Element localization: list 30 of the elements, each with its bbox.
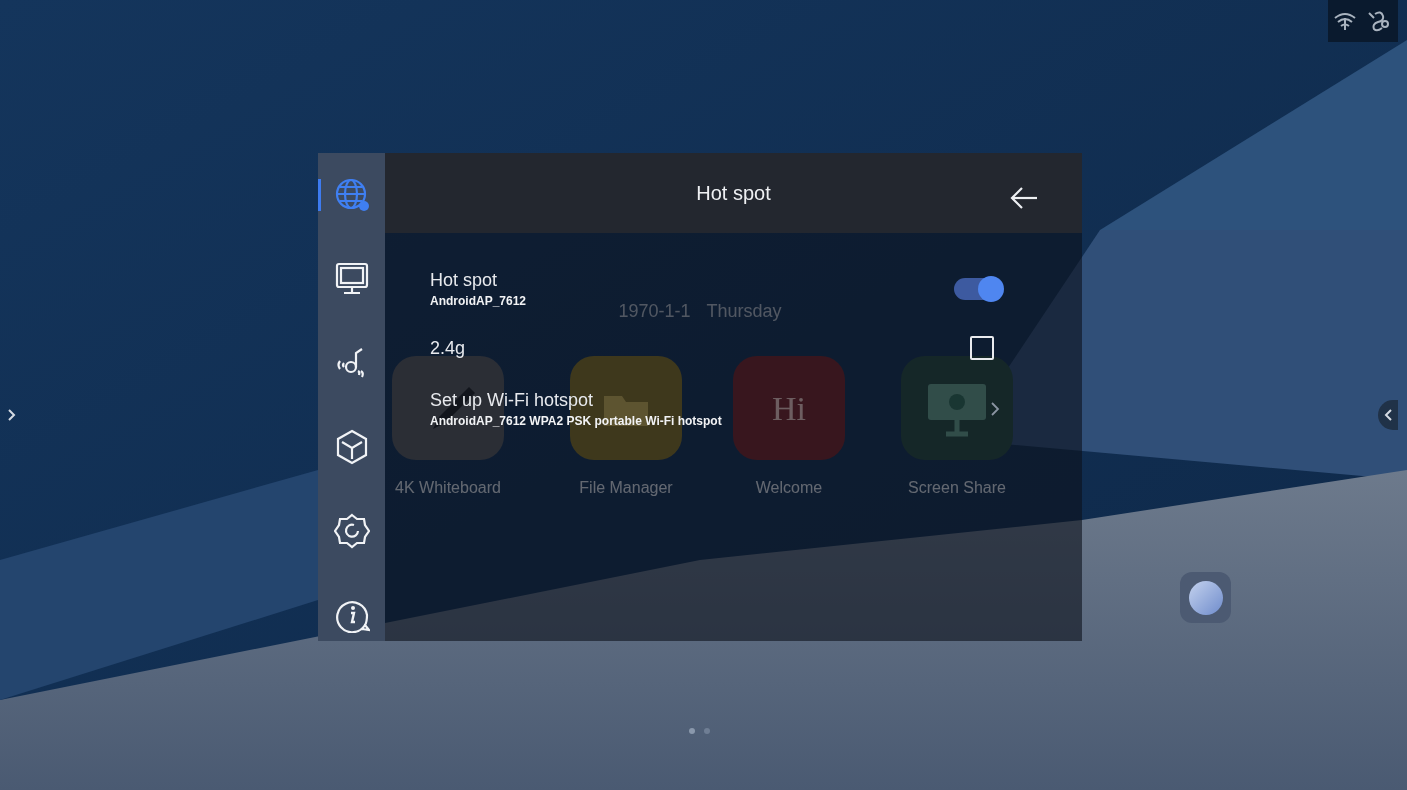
app-icon[interactable]: Hi: [733, 356, 845, 460]
link-icon[interactable]: [1366, 10, 1390, 32]
floating-button[interactable]: [1180, 572, 1231, 623]
checkbox[interactable]: [970, 336, 994, 360]
monitor-icon: [333, 261, 370, 297]
app-label: 4K Whiteboard: [394, 478, 502, 498]
page-indicator-icon: [688, 727, 712, 735]
back-arrow-icon: [1010, 185, 1038, 210]
chevron-right-icon: [8, 409, 16, 421]
app-label: Welcome: [754, 478, 824, 498]
chevron-right-icon: [990, 401, 1000, 417]
chevron-left-icon: [1384, 409, 1392, 421]
weekday-text: Thursday: [706, 300, 782, 323]
circle-icon: [1188, 580, 1223, 615]
gear-icon: [333, 513, 370, 549]
globe-gear-icon: [333, 177, 370, 213]
page-title: Hot spot: [696, 181, 771, 206]
app-label: File Manager: [578, 478, 674, 498]
wifi-icon[interactable]: [1334, 12, 1356, 30]
status-bar-background: [1328, 0, 1398, 42]
setting-title: Hot spot: [430, 269, 499, 292]
app-label: Screen Share: [907, 478, 1007, 498]
greeting-text: Hi: [772, 388, 806, 429]
setting-subtitle: AndroidAP_7612 WPA2 PSK portable Wi-Fi hotspot: [430, 413, 722, 430]
info-bubble-icon: [335, 601, 370, 633]
date-text: 1970-1-1: [618, 300, 691, 323]
setting-title: Set up Wi-Fi hotspot: [430, 389, 595, 412]
setting-title: 2.4g: [430, 337, 466, 360]
hotspot-switch[interactable]: [954, 278, 1002, 300]
setting-subtitle: AndroidAP_7612: [430, 293, 527, 310]
